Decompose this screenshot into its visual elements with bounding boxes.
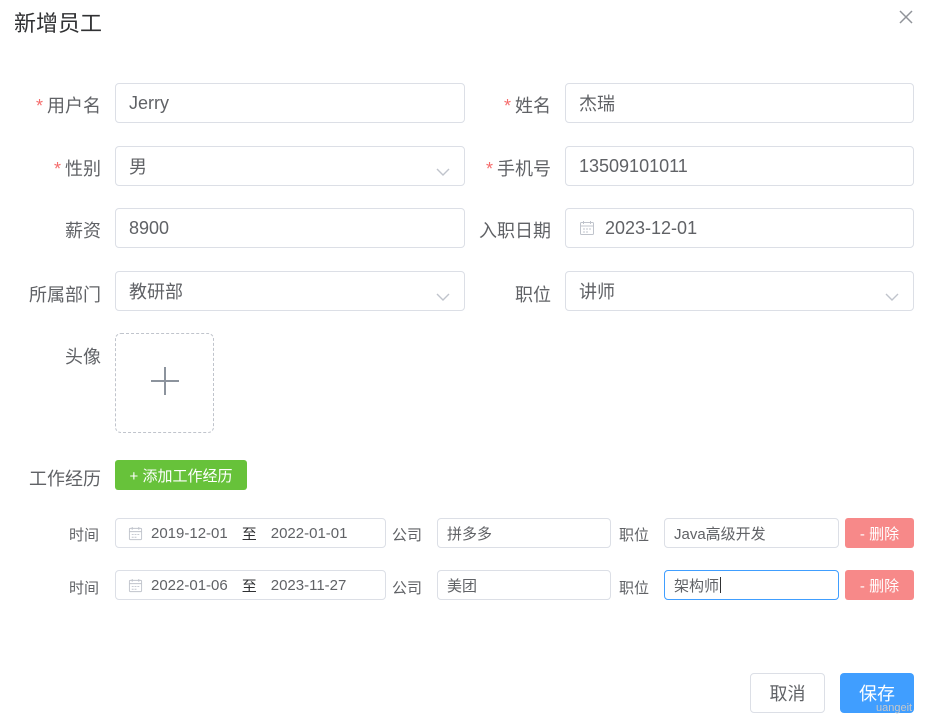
username-input[interactable]: Jerry [115,83,465,123]
calendar-icon [128,526,143,541]
job-label: 职位 [619,580,650,597]
username-label: * 用户名 [35,96,101,116]
salary-input[interactable]: 8900 [115,208,465,248]
experience-date-range[interactable]: 2019-12-01 至 2022-01-01 [115,518,386,548]
position-label: 职位 [515,285,551,305]
phone-input[interactable]: 13509101011 [565,146,914,186]
gender-label: * 性别 [53,159,101,179]
position-select[interactable]: 讲师 [565,271,914,311]
start-date: 2019-12-01 [151,524,228,542]
entry-date-picker[interactable]: 2023-12-01 [565,208,914,248]
company-input[interactable]: 拼多多 [437,518,611,548]
calendar-icon [579,220,595,236]
calendar-icon [128,578,143,593]
company-input[interactable]: 美团 [437,570,611,600]
text-caret [720,577,722,593]
chevron-down-icon [885,286,899,307]
close-icon[interactable] [897,6,915,28]
add-work-experience-button[interactable]: + 添加工作经历 [115,460,247,490]
avatar-upload[interactable] [115,333,214,433]
salary-label: 薪资 [65,221,101,241]
start-date: 2022-01-06 [151,576,228,594]
end-date: 2023-11-27 [270,576,347,594]
gender-select[interactable]: 男 [115,146,465,186]
chevron-down-icon [436,161,450,182]
end-date: 2022-01-01 [270,524,348,542]
delete-experience-button[interactable]: - 删除 [845,570,914,600]
range-separator: 至 [241,577,257,595]
work-experience-label: 工作经历 [29,469,101,489]
job-input[interactable]: 架构师 [664,570,839,600]
phone-label: * 手机号 [485,159,551,179]
company-label: 公司 [392,580,423,597]
name-label: * 姓名 [503,96,551,116]
job-input[interactable]: Java高级开发 [664,518,839,548]
experience-date-range[interactable]: 2022-01-06 至 2023-11-27 [115,570,386,600]
department-select[interactable]: 教研部 [115,271,465,311]
company-label: 公司 [392,527,423,544]
cancel-button[interactable]: 取消 [750,673,825,713]
entry-date-label: 入职日期 [479,221,551,241]
time-label: 时间 [69,527,100,544]
dialog-title: 新增员工 [14,11,103,36]
delete-experience-button[interactable]: - 删除 [845,518,914,548]
chevron-down-icon [436,286,450,307]
job-label: 职位 [619,527,650,544]
range-separator: 至 [241,525,257,543]
avatar-label: 头像 [65,347,101,367]
name-input[interactable]: 杰瑞 [565,83,914,123]
time-label: 时间 [69,580,100,597]
plus-icon [149,365,181,402]
watermark: uangeit [876,702,913,714]
department-label: 所属部门 [29,285,101,305]
